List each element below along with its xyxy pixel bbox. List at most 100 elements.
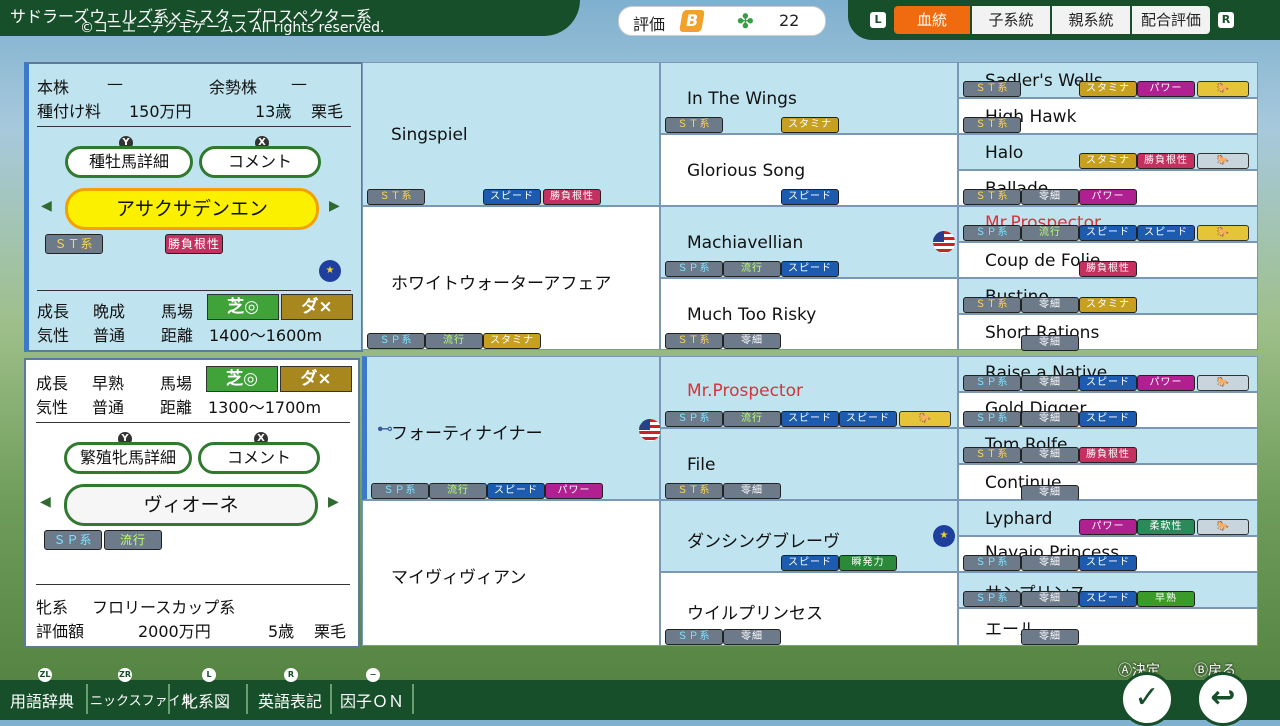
horse-name: ウイルプリンセス [687,604,823,624]
horse-icon: 🐎 [1197,153,1249,169]
pedigree-cell-gen3[interactable]: Bustino ＳＴ系 零細 スタミナ [958,278,1258,314]
line-tag: ＳＰ系 [963,225,1021,241]
factor-tag: 早熟 [1137,591,1195,607]
nicks-file-menu-item[interactable]: ニックスファイル [90,690,194,709]
tab-bar: L 血統 子系統 親系統 配合評価 R [848,0,1280,40]
r-button-icon[interactable]: R [1218,12,1234,28]
horse-name: Much Too Risky [687,305,817,325]
eu-flag-icon [933,525,955,547]
pedigree-cell-gen3[interactable]: Tom Rolfe ＳＴ系 零細 勝負根性 [958,428,1258,464]
divider [36,422,350,423]
horse-icon: 🐎 [1197,519,1249,535]
us-flag-icon [639,419,661,441]
pedigree-cell-gen3[interactable]: サンプリンス ＳＰ系 零細 スピード 早熟 [958,572,1258,608]
female-line-label: 牝系 [36,598,69,617]
female-line-chart-menu-item[interactable]: 牝系図 [182,688,230,712]
pedigree-cell-gen2[interactable]: Much Too Risky ＳＴ系 零細 [660,278,958,350]
mare-name[interactable]: ヴィオーネ [64,484,318,526]
pedigree-cell-dam-dam[interactable]: マイヴィヴィアン [362,500,660,646]
age-value: 5歳 [268,622,295,641]
line-tag: ＳＴ系 [963,447,1021,463]
pedigree-cell-gen2[interactable]: Mr.Prospector ＳＰ系 流行 スピード スピード 🐎 [660,356,958,428]
rare-tag: 零細 [723,629,781,645]
pedigree-cell-gen2[interactable]: In The Wings ＳＴ系 スタミナ [660,62,958,134]
factor-tag: パワー [1079,189,1137,205]
clover-count: 22 [779,11,800,30]
pedigree-cell-gen3[interactable]: Continue 零細 [958,464,1258,501]
tab-mating-eval[interactable]: 配合評価 [1132,6,1210,34]
divider [330,684,332,714]
pedigree-cell-gen2[interactable]: Machiavellian ＳＰ系 流行 スピード [660,206,958,278]
tab-child-line[interactable]: 子系統 [972,6,1050,34]
line-tag: ＳＴ系 [665,483,723,499]
back-return-icon[interactable]: ↩ [1196,672,1250,726]
pedigree-cell-gen3[interactable]: Short Rations 零細 [958,314,1258,351]
pedigree-cell-gen3[interactable]: Coup de Folie 勝負根性 [958,242,1258,278]
line-tag: ＳＰ系 [367,333,425,349]
track-label: 馬場 [160,374,193,393]
sire-comment-button[interactable]: コメント [199,146,321,178]
horse-name: File [687,455,716,475]
pedigree-cell-gen3[interactable]: High Hawk ＳＴ系 [958,98,1258,134]
stallion-detail-button[interactable]: 種牡馬詳細 [65,146,193,178]
distance-value: 1400〜1600m [209,326,323,345]
prev-arrow-icon[interactable]: ◀ [40,494,51,510]
pedigree-cell-gen2[interactable]: File ＳＴ系 零細 [660,428,958,500]
pedigree-cell-dam-sire[interactable]: ⊷ フォーティナイナー ＳＰ系 流行 スピード パワー [362,356,661,500]
divider [86,684,88,714]
tab-parent-line[interactable]: 親系統 [1052,6,1130,34]
tab-pedigree[interactable]: 血統 [894,6,970,34]
factor-tag: スピード [781,261,839,277]
pedigree-cell-gen2[interactable]: ウイルプリンセス ＳＰ系 零細 [660,572,958,646]
next-arrow-icon[interactable]: ▶ [329,198,340,214]
pedigree-cell-gen3[interactable]: Raise a Native ＳＰ系 零細 スピード パワー 🐎 [958,356,1258,392]
factor-tag: 柔軟性 [1137,519,1195,535]
distance-value: 1300〜1700m [208,398,322,417]
factor-tag: スピード [1079,591,1137,607]
next-arrow-icon[interactable]: ▶ [328,494,339,510]
horse-icon: 🐎 [1197,225,1249,241]
pedigree-cell-gen3[interactable]: Sadler's Wells ＳＴ系 スタミナ パワー 🐎 [958,62,1258,98]
growth-value: 早熟 [92,374,125,393]
pedigree-cell-gen2[interactable]: ダンシングブレーヴ スピード 瞬発力 [660,500,958,572]
mare-detail-button[interactable]: 繁殖牝馬詳細 [64,442,192,474]
factor-tag: パワー [545,483,603,499]
mare-comment-button[interactable]: コメント [198,442,320,474]
temper-label: 気性 [36,398,69,417]
divider [36,584,350,585]
line-tag: ＳＰ系 [371,483,429,499]
line-tag: ＳＰ系 [963,375,1021,391]
factor-toggle-menu-item[interactable]: 因子ＯＮ [340,688,404,712]
zl-button-icon: ZL [38,668,52,682]
pedigree-cell-gen2[interactable]: Glorious Song スピード [660,134,958,206]
pedigree-cell-gen3[interactable]: エール 零細 [958,608,1258,646]
sire-name[interactable]: アサクサデンエン [65,188,319,230]
line-tag: ＳＴ系 [963,297,1021,313]
pedigree-cell-gen3[interactable]: Navajo Princess ＳＰ系 零細 スピード [958,536,1258,572]
l-button-icon[interactable]: L [870,12,886,28]
minus-button-icon: − [366,668,380,682]
pedigree-cell-gen3[interactable]: Lyphard パワー 柔軟性 🐎 [958,500,1258,536]
divider [37,290,351,291]
line-tag: ＳＰ系 [665,261,723,277]
factor-tag: 瞬発力 [839,555,897,571]
factor-tag: スピード [1079,411,1137,427]
dirt-aptitude: ダ× [280,366,352,392]
pedigree-cell-sire[interactable]: Singspiel ＳＴ系 スピード 勝負根性 [362,62,660,206]
factor-tag: 勝負根性 [543,189,601,205]
factor-tag: スタミナ [1079,153,1137,169]
confirm-check-icon[interactable]: ✓ [1120,672,1174,726]
sire-panel[interactable]: 本株 — 余勢株 — 種付け料 150万円 13歳 栗毛 Y X 種牡馬詳細 コ… [24,62,363,352]
english-notation-menu-item[interactable]: 英語表記 [258,688,322,712]
honkabu-label: 本株 [37,78,70,97]
prev-arrow-icon[interactable]: ◀ [41,198,52,214]
line-tag: ＳＰ系 [963,591,1021,607]
glossary-menu-item[interactable]: 用語辞典 [10,688,74,712]
horse-name: マイヴィヴィアン [391,568,527,588]
mare-panel[interactable]: 成長 早熟 馬場 芝◎ ダ× 気性 普通 距離 1300〜1700m Y X 繁… [24,358,360,648]
pedigree-cell-gen3[interactable]: Ballade ＳＴ系 零細 パワー [958,170,1258,206]
pedigree-cell-gen3[interactable]: Gold Digger ＳＰ系 零細 スピード [958,392,1258,428]
pedigree-cell-gen3[interactable]: Halo スタミナ 勝負根性 🐎 [958,134,1258,170]
pedigree-cell-sire-dam[interactable]: ホワイトウォーターアフェア ＳＰ系 流行 スタミナ [362,206,660,350]
pedigree-cell-gen3[interactable]: Mr.Prospector ＳＰ系 流行 スピード スピード 🐎 [958,206,1258,242]
